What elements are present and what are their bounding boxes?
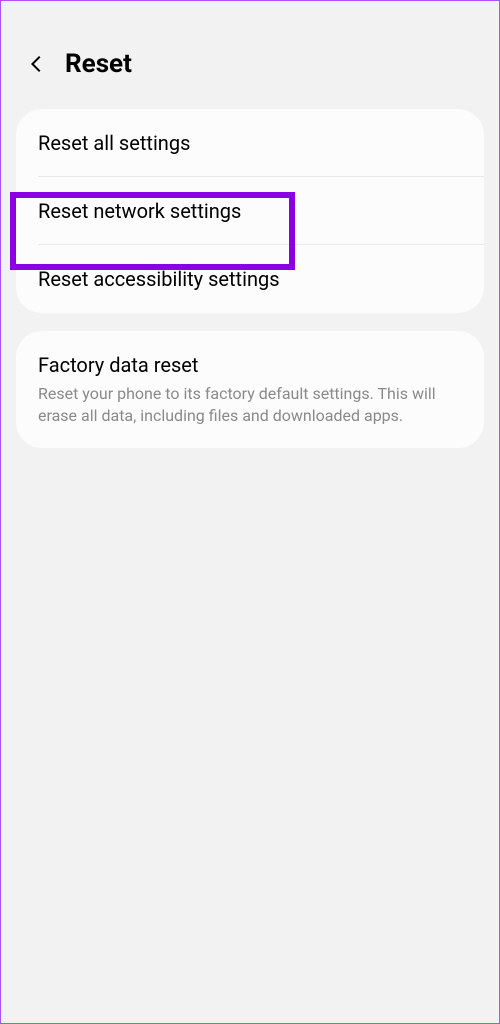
reset-options-card: Reset all settings Reset network setting…: [16, 109, 484, 313]
reset-network-settings-item[interactable]: Reset network settings: [16, 177, 484, 245]
factory-reset-card: Factory data reset Reset your phone to i…: [16, 331, 484, 448]
header: Reset: [1, 1, 499, 109]
reset-accessibility-settings-item[interactable]: Reset accessibility settings: [16, 245, 484, 313]
item-title: Reset accessibility settings: [38, 267, 462, 291]
factory-data-reset-item[interactable]: Factory data reset Reset your phone to i…: [16, 331, 484, 448]
item-title: Reset all settings: [38, 131, 462, 155]
item-title: Reset network settings: [38, 199, 462, 223]
item-description: Reset your phone to its factory default …: [38, 383, 462, 426]
item-title: Factory data reset: [38, 353, 462, 377]
back-icon[interactable]: [23, 50, 51, 78]
page-title: Reset: [65, 49, 132, 79]
reset-all-settings-item[interactable]: Reset all settings: [16, 109, 484, 177]
